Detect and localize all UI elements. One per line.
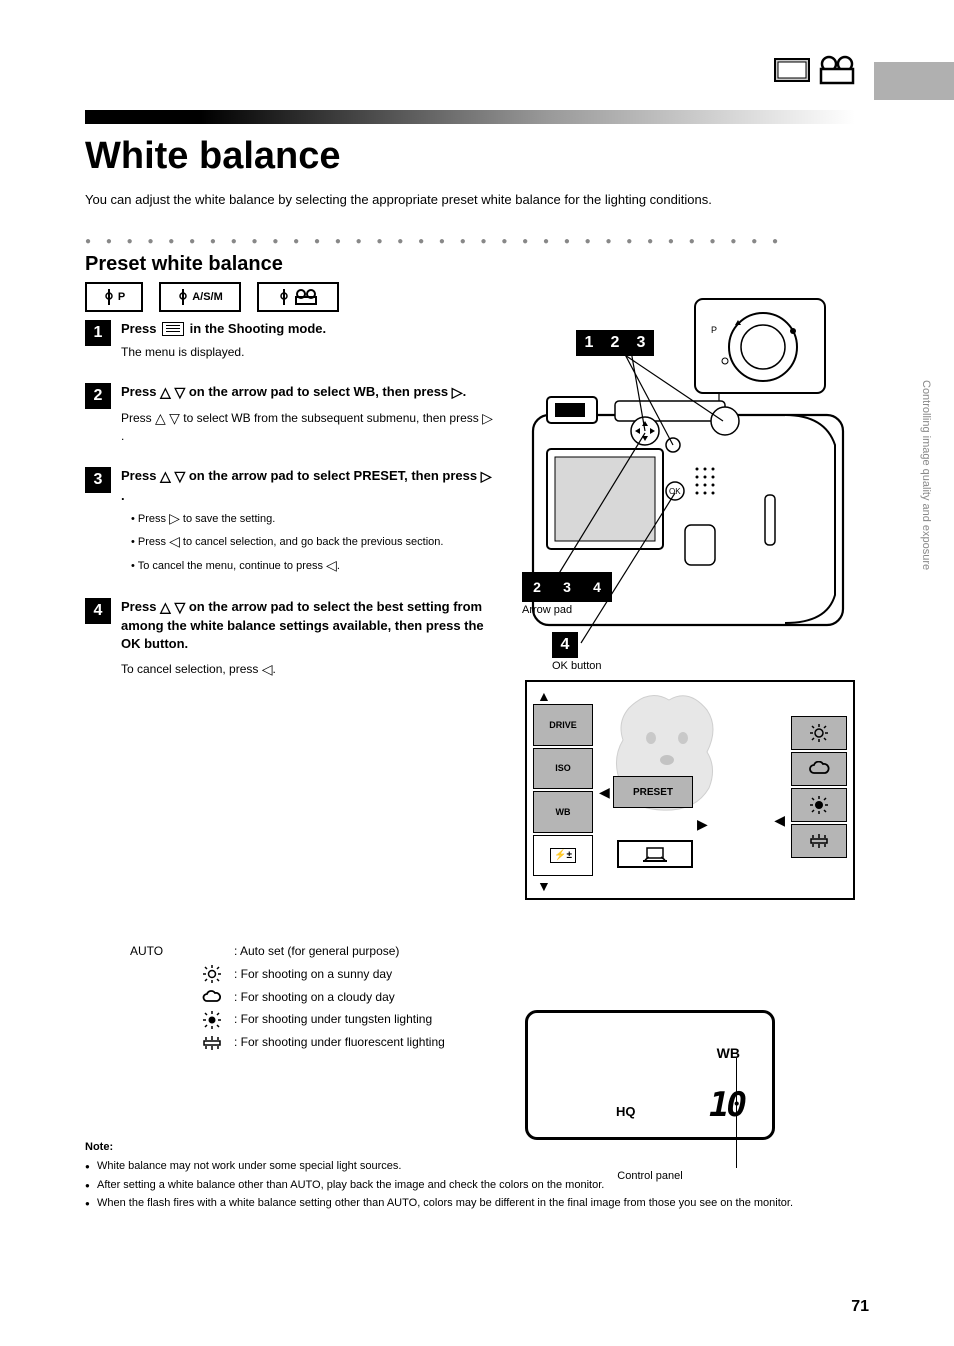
page-title: White balance [85,135,341,178]
step1-sub: The menu is displayed. [121,344,326,361]
menu-center-col: ◀ PRESET ▶ [599,688,709,892]
note-label: Note: [85,1140,855,1155]
preset-heading: Preset white balance [85,253,855,276]
setting-tungsten: : For shooting under tungsten lighting [130,1008,445,1031]
wb-settings-list: AUTO : Auto set (for general purpose) : … [130,940,445,1054]
wb-fluorescent-icon [791,824,847,858]
step-number-2: 2 [85,383,111,409]
menu-down-arrow-icon: ▼ [533,878,593,892]
callout-ok: 4 OK button [552,632,602,672]
step1-main: Press in the Shooting mode. [121,320,326,338]
menu-item-wb: WB [533,791,593,833]
dial-asm: A/S/M [159,282,241,312]
step3-b3: • To cancel the menu, continue to press … [131,556,495,576]
menu-drive-icon [617,840,693,868]
step-2: 2 Press △ ▽ on the arrow pad to select W… [85,383,495,449]
movie-glyph-icon [293,289,319,305]
still-mode-icon [773,55,813,85]
menu-button-icon [162,322,184,336]
callout-2: 2 [602,330,628,356]
page-tab [874,62,954,100]
title-rule [85,110,855,124]
note-2: After setting a white balance other than… [85,1178,855,1193]
menu-preset-label: PRESET [613,776,693,808]
setting-auto: AUTO : Auto set (for general purpose) [130,940,445,963]
dial-movie [257,282,339,312]
side-chapter-label: Controlling image quality and exposure [920,380,932,570]
step-number-1: 1 [85,320,111,346]
menu-left-arrow-icon: ◀ [599,784,610,801]
fluorescent-icon [200,1036,224,1050]
step-number-4: 4 [85,598,111,624]
step4-main: Press △ ▽ on the arrow pad to select the… [121,598,495,654]
menu-item-iso: ISO [533,748,593,790]
ctrl-hq-label: HQ [616,1104,636,1119]
callout-3: 3 [628,330,654,356]
menu-screen: ▲ DRIVE ISO WB ⚡± ▼ ◀ PRESET ▶ [525,680,855,900]
step-1: 1 Press in the Shooting mode. The menu i… [85,320,495,365]
movie-mode-icon [817,55,859,85]
dotted-rule: ● ● ● ● ● ● ● ● ● ● ● ● ● ● ● ● ● ● ● ● … [85,236,855,247]
svg-text:OK: OK [669,487,681,496]
step4-sub: To cancel selection, press ◁. [121,660,495,680]
notes-block: Note: White balance may not work under s… [85,1140,855,1215]
step-3: 3 Press △ ▽ on the arrow pad to select P… [85,467,495,580]
svg-text:P: P [711,325,717,335]
header-mode-icons [773,55,859,85]
setting-cloudy: : For shooting on a cloudy day [130,986,445,1009]
step2-sub: Press △ ▽ to select WB from the subseque… [121,409,495,445]
step-4: 4 Press △ ▽ on the arrow pad to select t… [85,598,495,684]
control-panel: WB HQ 10 [525,1010,775,1140]
dial-p: P [85,282,143,312]
setting-fluorescent: : For shooting under fluorescent lightin… [130,1031,445,1054]
intro-text: You can adjust the white balance by sele… [85,192,855,209]
menu-right-col [791,716,847,892]
step3-b1: • Press ▷ to save the setting. [131,509,495,529]
steps-column: 1 Press in the Shooting mode. The menu i… [85,320,495,701]
ctrl-frame-count: 10 [709,1085,744,1125]
note-3: When the flash fires with a white balanc… [85,1196,855,1211]
step2-main: Press △ ▽ on the arrow pad to select WB,… [121,383,495,403]
callout-1: 1 [576,330,602,356]
page-number: 71 [851,1298,869,1316]
step-number-3: 3 [85,467,111,493]
menu-sel-arrow-icon: ◀ [774,812,785,829]
wb-sun-icon [791,716,847,750]
step3-main: Press △ ▽ on the arrow pad to select PRE… [121,467,495,505]
tungsten-icon [200,1011,224,1029]
wb-tungsten-icon [791,788,847,822]
wb-cloud-icon [791,752,847,786]
cloud-icon [200,990,224,1004]
menu-item-flash: ⚡± [533,835,593,877]
callout-arrow-pad: 2 3 4 Arrow pad [522,572,612,616]
menu-up-arrow-icon: ▲ [533,688,593,702]
menu-item-drive: DRIVE [533,704,593,746]
note-1: White balance may not work under some sp… [85,1159,855,1174]
callout-boxes: 1 2 3 [576,330,654,356]
menu-right-arrow-icon: ▶ [697,816,708,833]
sun-icon [200,965,224,983]
setting-sunny: : For shooting on a sunny day [130,963,445,986]
menu-left-col: ▲ DRIVE ISO WB ⚡± ▼ [533,688,593,892]
step3-b2: • Press ◁ to cancel selection, and go ba… [131,532,495,552]
